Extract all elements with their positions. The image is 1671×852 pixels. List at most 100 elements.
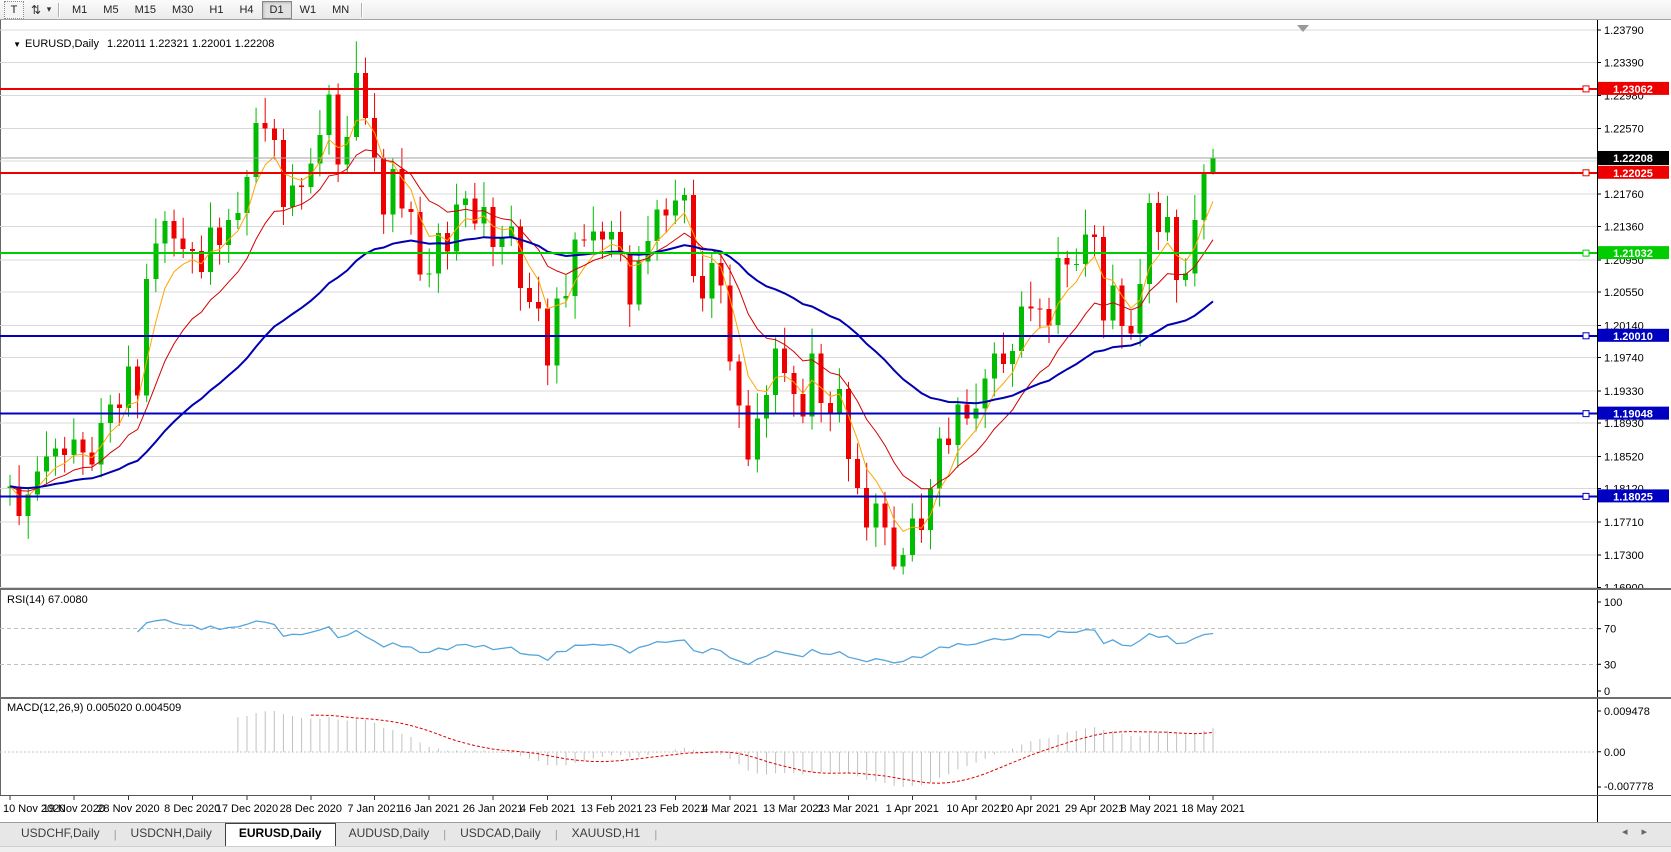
timeframe-button-m5[interactable]: M5 <box>95 1 126 19</box>
candle-body <box>317 135 322 163</box>
candle-body <box>153 244 158 280</box>
candle-body <box>591 231 596 240</box>
macd-chart-canvas[interactable]: 0.0094780.00-0.007778 <box>0 699 1671 795</box>
candles <box>8 41 1216 574</box>
timeframe-button-m30[interactable]: M30 <box>164 1 201 19</box>
time-axis[interactable]: 10 Nov 202019 Nov 202028 Nov 20208 Dec 2… <box>0 795 1671 822</box>
timeframe-button-mn[interactable]: MN <box>324 1 357 19</box>
x-axis-label: 29 Apr 2021 <box>1065 803 1124 815</box>
collapse-triangle-icon[interactable]: ▼ <box>13 40 21 49</box>
candle-body <box>381 159 386 215</box>
timeframe-buttons: M1M5M15M30H1H4D1W1MN <box>64 1 357 19</box>
x-axis-label: 23 Mar 2021 <box>818 803 880 815</box>
rsi-indicator-label: RSI(14) 67.0080 <box>7 594 88 606</box>
timeframe-button-w1[interactable]: W1 <box>292 1 325 19</box>
rsi-axis-label: 70 <box>1604 624 1616 636</box>
tabs-scroll-left-icon[interactable]: ◂ <box>1622 826 1642 838</box>
candle-body <box>819 354 824 403</box>
candle-body <box>837 389 842 413</box>
y-axis-label: 1.21360 <box>1604 222 1644 234</box>
macd-indicator-label: MACD(12,26,9) 0.005020 0.004509 <box>7 702 181 714</box>
timeframe-button-m15[interactable]: M15 <box>127 1 164 19</box>
line-anchor-square <box>1583 333 1589 339</box>
x-axis-label: 23 Feb 2021 <box>644 803 706 815</box>
candle-body <box>709 263 714 299</box>
tab-separator: | <box>114 829 117 841</box>
price-level-badge-label: 1.21032 <box>1613 248 1653 260</box>
candle-body <box>263 123 268 129</box>
price-chart-canvas[interactable]: 1.237901.233901.229801.225701.221701.217… <box>0 20 1671 588</box>
candle-body <box>573 240 578 297</box>
candle-body <box>655 210 660 242</box>
tab-audusd-daily[interactable]: AUDUSD,Daily <box>336 824 443 846</box>
candle-body <box>1156 203 1161 232</box>
candle-body <box>217 227 222 245</box>
candle-body <box>1201 174 1206 220</box>
candle-body <box>1056 258 1061 325</box>
tab-eurusd-daily[interactable]: EURUSD,Daily <box>225 823 336 847</box>
candle-body <box>691 195 696 276</box>
candle-body <box>327 95 332 135</box>
candle-body <box>609 232 614 239</box>
timeframe-button-h4[interactable]: H4 <box>231 1 261 19</box>
candle-body <box>983 379 988 409</box>
tabs-scroll-right-icon[interactable]: ▸ <box>1641 826 1661 838</box>
candle-body <box>518 227 523 289</box>
tab-separator: | <box>555 829 558 841</box>
candle-body <box>409 209 414 212</box>
current-price-marker: 1.22208 <box>0 151 1669 165</box>
tab-usdcnh-daily[interactable]: USDCNH,Daily <box>118 824 225 846</box>
candle-body <box>855 459 860 488</box>
tab-usdchf-daily[interactable]: USDCHF,Daily <box>8 824 113 846</box>
candle-body <box>636 261 641 304</box>
time-axis-canvas: 10 Nov 202019 Nov 202028 Nov 20208 Dec 2… <box>0 796 1671 822</box>
candle-body <box>965 405 970 419</box>
y-axis-label: 1.17300 <box>1604 550 1644 562</box>
candle-body <box>126 367 131 408</box>
candle-body <box>536 302 541 309</box>
rsi-chart-canvas[interactable]: 10070300 <box>0 590 1671 697</box>
tab-scrollers: ◂▸ <box>1622 825 1661 838</box>
candle-body <box>299 185 304 187</box>
candle-body <box>1174 217 1179 280</box>
line-anchor-square <box>1583 86 1589 92</box>
candle-body <box>208 227 213 272</box>
candle-body <box>272 129 277 140</box>
tab-xauusd-h1[interactable]: XAUUSD,H1 <box>559 824 654 846</box>
timeframe-button-d1[interactable]: D1 <box>262 1 292 19</box>
y-axis-label: 1.21760 <box>1604 189 1644 201</box>
candle-body <box>1074 264 1079 265</box>
candle-body <box>782 349 787 373</box>
tab-separator: | <box>443 829 446 841</box>
candle-body <box>26 494 31 516</box>
candle-body <box>71 439 76 454</box>
chart-ohlc-values: 1.22011 1.22321 1.22001 1.22208 <box>107 38 274 50</box>
x-axis-label: 4 Feb 2021 <box>520 803 576 815</box>
candle-body <box>44 456 49 471</box>
y-axis-label: 1.19740 <box>1604 353 1644 365</box>
candle-body <box>1165 217 1170 232</box>
timeframe-button-m1[interactable]: M1 <box>64 1 95 19</box>
candle-body <box>828 403 833 414</box>
x-axis-label: 16 Jan 2021 <box>399 803 460 815</box>
candle-body <box>545 308 550 365</box>
candle-body <box>618 232 623 252</box>
chart-shift-icon[interactable] <box>1297 25 1309 32</box>
dropdown-caret-icon[interactable]: ▾ <box>44 2 54 18</box>
price-level-badge-label: 1.22025 <box>1613 168 1653 180</box>
timeframe-button-h1[interactable]: H1 <box>201 1 231 19</box>
candle-body <box>427 274 432 275</box>
line-anchor-square <box>1583 411 1589 417</box>
candle-body <box>737 362 742 406</box>
tab-separator: | <box>654 829 657 841</box>
arrows-tool-button[interactable]: ⇅ <box>28 2 44 18</box>
rsi-axis-label: 100 <box>1604 597 1622 609</box>
candle-body <box>1147 203 1152 284</box>
text-tool-button[interactable]: T <box>4 1 24 19</box>
candle-body <box>682 195 687 201</box>
candle-body <box>1083 235 1088 264</box>
moving-average-line <box>10 237 1213 488</box>
x-axis-label: 17 Dec 2020 <box>216 803 278 815</box>
y-axis-label: 1.22570 <box>1604 124 1644 136</box>
tab-usdcad-daily[interactable]: USDCAD,Daily <box>447 824 554 846</box>
